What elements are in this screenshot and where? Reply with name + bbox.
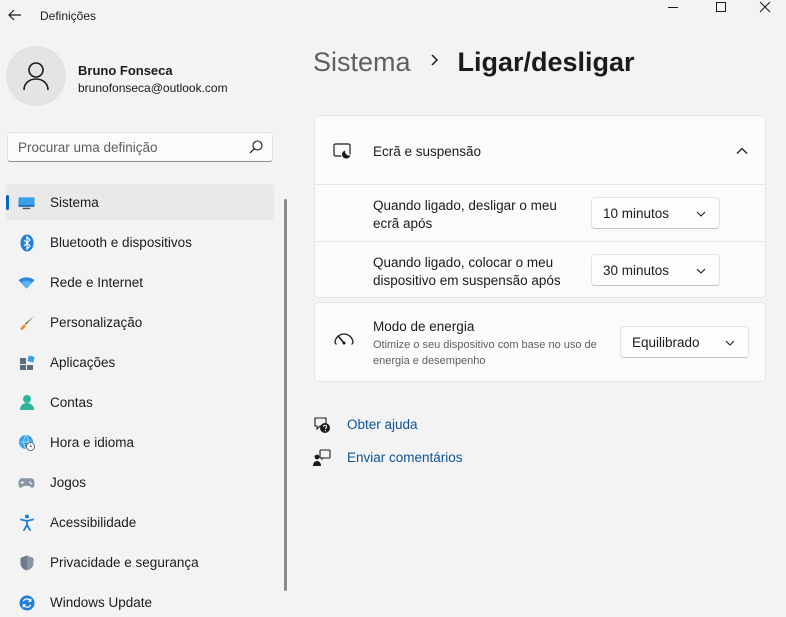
screen-off-dropdown[interactable]: 10 minutos xyxy=(591,197,720,229)
chevron-down-icon xyxy=(725,340,735,346)
globe-clock-icon xyxy=(18,434,35,451)
user-email: brunofonseca@outlook.com xyxy=(78,81,228,95)
sidebar-item-personalization[interactable]: Personalização xyxy=(6,304,274,340)
screen-sleep-header[interactable]: Ecrã e suspensão xyxy=(315,116,765,184)
chevron-down-icon xyxy=(696,268,706,274)
back-button[interactable] xyxy=(4,4,26,26)
sidebar-item-sistema[interactable]: Sistema xyxy=(6,184,274,220)
sleep-dropdown[interactable]: 30 minutos xyxy=(591,254,720,286)
power-mode-value: Equilibrado xyxy=(632,335,700,350)
chevron-up-icon[interactable] xyxy=(735,144,749,158)
sidebar-item-label: Contas xyxy=(50,395,93,410)
screen-off-setting: Quando ligado, desligar o meu ecrã após … xyxy=(315,184,765,241)
screen-off-label: Quando ligado, desligar o meu ecrã após xyxy=(373,198,557,231)
sidebar-item-label: Acessibilidade xyxy=(50,515,137,530)
sidebar-nav: Sistema Bluetooth e dispositivos Rede e … xyxy=(6,184,274,617)
sidebar-item-label: Windows Update xyxy=(50,595,153,610)
user-name: Bruno Fonseca xyxy=(78,63,173,78)
bluetooth-icon xyxy=(18,234,35,251)
power-mode-title: Modo de energia xyxy=(373,319,475,334)
close-button[interactable] xyxy=(742,0,786,14)
chevron-right-icon xyxy=(419,53,449,72)
user-profile[interactable]: Bruno Fonseca brunofonseca@outlook.com xyxy=(6,46,276,108)
sidebar-scrollbar[interactable] xyxy=(284,199,287,591)
sidebar-item-label: Bluetooth e dispositivos xyxy=(50,235,192,250)
sidebar-item-gaming[interactable]: Jogos xyxy=(6,464,274,500)
avatar xyxy=(6,46,66,106)
maximize-icon xyxy=(716,2,726,12)
arrow-left-icon xyxy=(8,9,21,21)
sleep-value: 30 minutos xyxy=(603,263,670,278)
person-icon xyxy=(18,394,35,411)
page-title: Ligar/desligar xyxy=(457,47,635,77)
shield-icon xyxy=(18,554,35,571)
close-icon xyxy=(759,1,771,13)
chevron-down-icon xyxy=(696,211,706,217)
sidebar-item-label: Jogos xyxy=(50,475,87,490)
sidebar-item-label: Personalização xyxy=(50,315,143,330)
screen-sleep-icon xyxy=(333,143,352,160)
brush-icon xyxy=(18,314,35,331)
sidebar-item-accessibility[interactable]: Acessibilidade xyxy=(6,504,274,540)
sidebar-item-network[interactable]: Rede e Internet xyxy=(6,264,274,300)
title-bar: Definições xyxy=(0,0,786,30)
minimize-button[interactable] xyxy=(650,0,696,14)
breadcrumb: Sistema Ligar/desligar xyxy=(313,47,635,87)
sidebar-item-label: Privacidade e segurança xyxy=(50,555,199,570)
sidebar-item-label: Hora e idioma xyxy=(50,435,135,450)
sidebar-item-label: Sistema xyxy=(50,195,99,210)
minimize-icon xyxy=(668,7,678,8)
sidebar-item-time-language[interactable]: Hora e idioma xyxy=(6,424,274,460)
power-mode-description: Otimize o seu dispositivo com base no us… xyxy=(373,339,597,367)
help-icon xyxy=(314,417,330,433)
apps-icon xyxy=(18,354,35,371)
screen-sleep-card: Ecrã e suspensão Quando ligado, desligar… xyxy=(314,115,766,298)
power-mode-dropdown[interactable]: Equilibrado xyxy=(620,326,749,358)
sleep-label: Quando ligado, colocar o meu dispositivo… xyxy=(373,255,561,288)
search-placeholder: Procurar uma definição xyxy=(18,140,158,155)
gauge-icon xyxy=(334,333,354,345)
sleep-setting: Quando ligado, colocar o meu dispositivo… xyxy=(315,241,765,298)
gamepad-icon xyxy=(18,474,35,491)
sidebar-item-privacy[interactable]: Privacidade e segurança xyxy=(6,544,274,580)
sidebar-item-windows-update[interactable]: Windows Update xyxy=(6,584,274,617)
app-title: Definições xyxy=(40,9,97,23)
screen-off-value: 10 minutos xyxy=(603,206,670,221)
accessibility-icon xyxy=(18,514,35,531)
sidebar-item-label: Rede e Internet xyxy=(50,275,144,290)
sidebar-item-label: Aplicações xyxy=(50,355,116,370)
maximize-button[interactable] xyxy=(698,0,744,14)
screen-sleep-title: Ecrã e suspensão xyxy=(373,144,482,159)
get-help-label[interactable]: Obter ajuda xyxy=(347,417,418,432)
sidebar-item-apps[interactable]: Aplicações xyxy=(6,344,274,380)
feedback-label[interactable]: Enviar comentários xyxy=(347,450,463,465)
wifi-icon xyxy=(18,274,35,291)
power-mode-card: Modo de energia Otimize o seu dispositiv… xyxy=(314,302,766,382)
feedback-icon xyxy=(313,449,331,466)
person-icon xyxy=(23,62,49,91)
search-input[interactable]: Procurar uma definição xyxy=(7,132,273,162)
sidebar-item-bluetooth[interactable]: Bluetooth e dispositivos xyxy=(6,224,274,260)
sidebar-item-accounts[interactable]: Contas xyxy=(6,384,274,420)
search-icon xyxy=(249,140,263,154)
update-icon xyxy=(18,594,35,611)
monitor-icon xyxy=(18,194,35,211)
breadcrumb-parent[interactable]: Sistema xyxy=(313,47,411,78)
